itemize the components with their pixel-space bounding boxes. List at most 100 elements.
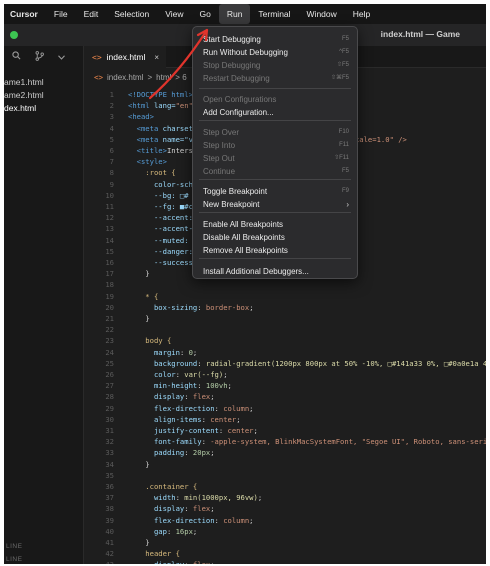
menu-item-label: New Breakpoint xyxy=(203,200,260,209)
line-number: 41 xyxy=(105,538,114,547)
menu-selection[interactable]: Selection xyxy=(106,4,157,24)
line-number: 15 xyxy=(105,246,114,256)
line-number: 31 xyxy=(105,426,114,435)
menu-item-label: Enable All Breakpoints xyxy=(203,220,284,229)
line-number: 4 xyxy=(109,123,114,133)
line-number: 14 xyxy=(105,235,114,245)
menu-item-remove-all-breakpoints[interactable]: Remove All Breakpoints xyxy=(193,244,357,257)
line-number: 22 xyxy=(105,325,114,335)
line-number: 16 xyxy=(105,258,114,267)
menu-item-add-configuration[interactable]: Add Configuration... xyxy=(193,106,357,119)
menu-separator xyxy=(199,120,351,121)
menu-item-label: Stop Debugging xyxy=(203,61,261,70)
code-line: min-height: 100vh; xyxy=(128,381,232,391)
line-number: 43 xyxy=(84,560,114,564)
line-number: 33 xyxy=(105,448,114,458)
explorer-sidebar: ame1.html ame2.html dex.html LINE LINE xyxy=(4,46,84,564)
menu-window[interactable]: Window xyxy=(299,4,345,24)
line-number: 40 xyxy=(105,526,114,536)
tab-index-html[interactable]: <> index.html × xyxy=(84,46,166,68)
file-item-game2[interactable]: ame2.html xyxy=(4,89,83,102)
timeline-section-label[interactable]: LINE xyxy=(6,556,22,563)
menu-terminal[interactable]: Terminal xyxy=(250,4,298,24)
menu-view[interactable]: View xyxy=(157,4,191,24)
menu-item-open-configurations: Open Configurations xyxy=(193,93,357,106)
menu-item-new-breakpoint[interactable]: New Breakpoint › xyxy=(193,198,357,211)
menu-go[interactable]: Go xyxy=(191,4,218,24)
line-number: 25 xyxy=(105,358,114,368)
menu-item-step-into: Step Into F11 xyxy=(193,139,357,152)
source-control-icon[interactable] xyxy=(35,50,44,64)
chevron-down-icon[interactable] xyxy=(58,52,65,63)
run-menu-dropdown: Start Debugging F5 Run Without Debugging ^F… xyxy=(192,26,358,279)
line-number: 2 xyxy=(109,101,114,111)
file-item-index[interactable]: dex.html xyxy=(4,102,83,115)
line-number: 5 xyxy=(109,134,114,144)
code-line: gap: 16px; xyxy=(128,526,198,536)
menu-separator xyxy=(199,179,351,180)
code-line: } xyxy=(128,538,150,547)
line-number: 30 xyxy=(105,414,114,424)
menu-item-disable-all-breakpoints[interactable]: Disable All Breakpoints xyxy=(193,231,357,244)
menu-edit[interactable]: Edit xyxy=(76,4,107,24)
line-number: 29 xyxy=(105,403,114,413)
outline-section-label[interactable]: LINE xyxy=(6,543,22,550)
menu-item-run-without-debugging[interactable]: Run Without Debugging ^F5 xyxy=(193,46,357,59)
line-number: 6 xyxy=(109,146,114,155)
menu-item-shortcut: ⇧F5 xyxy=(336,62,349,68)
code-line: --bg: □# xyxy=(128,190,189,200)
menu-app-cursor[interactable]: Cursor xyxy=(4,4,46,24)
line-number: 10 xyxy=(105,190,114,200)
sidebar-toolbar xyxy=(4,46,83,68)
menu-item-start-debugging[interactable]: Start Debugging F5 xyxy=(193,33,357,46)
line-number: 19 xyxy=(105,291,114,301)
line-number: 18 xyxy=(105,280,114,290)
code-line: .container { xyxy=(128,482,198,491)
code-line: --muted: xyxy=(128,235,189,245)
breadcrumb-node[interactable]: html xyxy=(156,73,171,82)
line-number: 42 xyxy=(105,549,114,559)
code-line: } xyxy=(128,269,150,279)
close-icon[interactable]: × xyxy=(154,53,159,62)
search-icon[interactable] xyxy=(12,51,21,63)
code-line: <title>Interst xyxy=(128,146,198,155)
code-line: } xyxy=(128,459,150,469)
window-zoom-button[interactable] xyxy=(10,31,18,39)
menu-item-toggle-breakpoint[interactable]: Toggle Breakpoint F9 xyxy=(193,185,357,198)
line-number: 35 xyxy=(105,470,114,480)
code-line: --accent: xyxy=(128,213,193,223)
menu-item-label: Continue xyxy=(203,167,236,176)
menu-file[interactable]: File xyxy=(46,4,76,24)
code-line: font-family: -apple-system, BlinkMacSyst… xyxy=(128,437,486,447)
menu-help[interactable]: Help xyxy=(345,4,378,24)
menu-item-label: Install Additional Debuggers... xyxy=(203,267,309,276)
code-line: display: flex; xyxy=(128,504,215,514)
file-item-game1[interactable]: ame1.html xyxy=(4,76,83,89)
html-file-icon: <> xyxy=(94,72,104,82)
code-line: box-sizing: border-box; xyxy=(128,302,254,312)
menu-item-label: Restart Debugging xyxy=(203,74,270,83)
code-line: margin: 0; xyxy=(128,347,198,357)
window-title: index.html — Game xyxy=(380,29,460,39)
line-number: 13 xyxy=(105,224,114,234)
breadcrumb-file[interactable]: index.html xyxy=(107,73,143,82)
menu-item-label: Start Debugging xyxy=(203,35,261,44)
breadcrumb-separator: > 6 xyxy=(175,72,187,82)
code-line: <style> xyxy=(128,157,167,167)
line-number: 36 xyxy=(105,482,114,491)
line-number: 37 xyxy=(105,493,114,503)
line-number: 8 xyxy=(109,168,114,178)
code-line: :root { xyxy=(128,168,176,178)
menu-item-step-out: Step Out ⇧F11 xyxy=(193,152,357,165)
menu-item-install-additional-debuggers[interactable]: Install Additional Debuggers... xyxy=(193,265,357,278)
code-line: body { xyxy=(128,336,172,346)
screenshot-frame: Cursor File Edit Selection View Go Run T… xyxy=(4,4,486,564)
menu-item-shortcut: ⇧⌘F5 xyxy=(330,75,349,81)
code-line: display: flex; xyxy=(128,560,215,564)
code-line: display: flex; xyxy=(128,392,215,402)
code-line: <meta charset xyxy=(128,123,193,133)
menu-item-shortcut: F11 xyxy=(339,142,349,148)
menu-item-enable-all-breakpoints[interactable]: Enable All Breakpoints xyxy=(193,218,357,231)
menu-item-label: Add Configuration... xyxy=(203,108,274,117)
menu-run[interactable]: Run xyxy=(218,4,251,24)
